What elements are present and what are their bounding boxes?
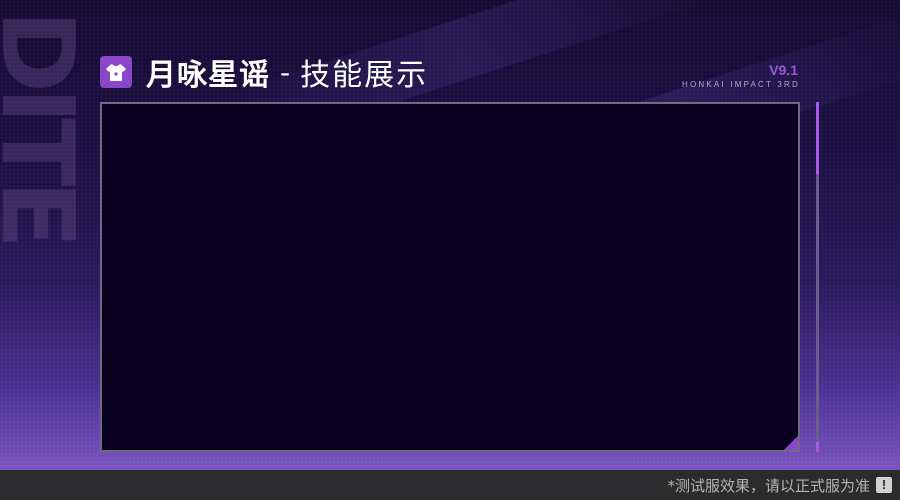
background-stage: DITE 月咏星谣 - 技能展示 V9.1 HONKAI IMPACT 3RD xyxy=(0,0,900,470)
exclamation-icon: ! xyxy=(876,477,892,493)
frame-corner-accent xyxy=(784,436,798,450)
page-title: 月咏星谣 xyxy=(146,58,270,93)
background-watermark-text: DITE xyxy=(0,10,96,243)
version-label: V9.1 xyxy=(769,62,798,78)
tshirt-icon xyxy=(100,56,132,88)
title-row: 月咏星谣 - 技能展示 xyxy=(100,52,429,93)
footer-bar: *测试服效果，请以正式服为准 ! xyxy=(0,470,900,500)
scrollbar-thumb[interactable] xyxy=(816,102,819,174)
page-subtitle: 技能展示 xyxy=(300,58,429,93)
scrollbar[interactable] xyxy=(816,102,819,452)
scrollbar-end-marker xyxy=(816,442,819,452)
test-server-disclaimer: *测试服效果，请以正式服为准 xyxy=(667,477,870,495)
skill-video-player[interactable] xyxy=(100,102,800,452)
game-name-label: HONKAI IMPACT 3RD xyxy=(681,80,800,89)
title-separator: - xyxy=(280,55,291,89)
